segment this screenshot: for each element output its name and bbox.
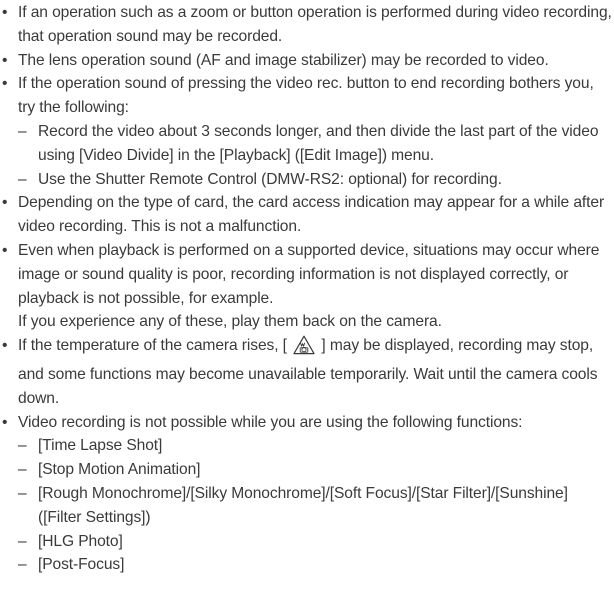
list-item-text: Even when playback is performed on a sup…	[18, 241, 600, 307]
sub-list-item: – [Rough Monochrome]/[Silky Monochrome]/…	[2, 482, 614, 530]
bullet-marker: •	[2, 337, 8, 355]
list-item-text: If an operation such as a zoom or button…	[18, 4, 612, 45]
list-item: • If an operation such as a zoom or butt…	[2, 1, 614, 49]
dash-marker: –	[18, 484, 27, 502]
list-item: • The lens operation sound (AF and image…	[2, 49, 614, 73]
list-item: • Depending on the type of card, the car…	[2, 191, 614, 239]
bullet-marker: •	[2, 75, 8, 93]
sub-list-item: – [Post-Focus]	[2, 553, 614, 577]
sub-list-item: – [HLG Photo]	[2, 530, 614, 554]
bullet-marker: •	[2, 241, 8, 259]
list-item-text-before-icon: If the temperature of the camera rises, …	[18, 337, 292, 355]
temperature-warning-icon	[293, 335, 315, 363]
sub-list-item-text: Use the Shutter Remote Control (DMW-RS2:…	[38, 170, 502, 188]
dash-marker: –	[18, 437, 27, 455]
sub-list-item: – Use the Shutter Remote Control (DMW-RS…	[2, 168, 614, 192]
list-item-text: Video recording is not possible while yo…	[18, 413, 523, 431]
sub-list-item-text: [Time Lapse Shot]	[38, 437, 163, 455]
list-item-text: Depending on the type of card, the card …	[18, 194, 605, 236]
sub-list-item-text: [Rough Monochrome]/[Silky Monochrome]/[S…	[38, 484, 568, 526]
bullet-marker: •	[2, 51, 8, 69]
sub-list-item-text: [HLG Photo]	[38, 532, 123, 550]
sub-list-item-text: Record the video about 3 seconds longer,…	[38, 122, 599, 164]
dash-marker: –	[18, 461, 27, 479]
list-item-continuation: If you experience any of these, play the…	[18, 313, 442, 331]
dash-marker: –	[18, 122, 27, 140]
bullet-marker: •	[2, 413, 8, 431]
list-item-text: If the operation sound of pressing the v…	[18, 75, 594, 117]
dash-marker: –	[18, 556, 27, 574]
sub-list-item-text: [Post-Focus]	[38, 556, 125, 574]
sub-list-item: – [Time Lapse Shot]	[2, 434, 614, 458]
sub-list-item: – Record the video about 3 seconds longe…	[2, 120, 614, 168]
sub-list-item-text: [Stop Motion Animation]	[38, 461, 201, 479]
document-page: • If an operation such as a zoom or butt…	[0, 0, 614, 606]
list-item: • Video recording is not possible while …	[2, 411, 614, 435]
list-item: • If the operation sound of pressing the…	[2, 72, 614, 120]
dash-marker: –	[18, 532, 27, 550]
bullet-marker: •	[2, 4, 8, 21]
list-item: • If the temperature of the camera rises…	[2, 334, 614, 410]
list-item: • Even when playback is performed on a s…	[2, 239, 614, 310]
list-item-text: The lens operation sound (AF and image s…	[18, 51, 549, 69]
dash-marker: –	[18, 170, 27, 188]
sub-list-item: – [Stop Motion Animation]	[2, 458, 614, 482]
bullet-marker: •	[2, 194, 8, 212]
